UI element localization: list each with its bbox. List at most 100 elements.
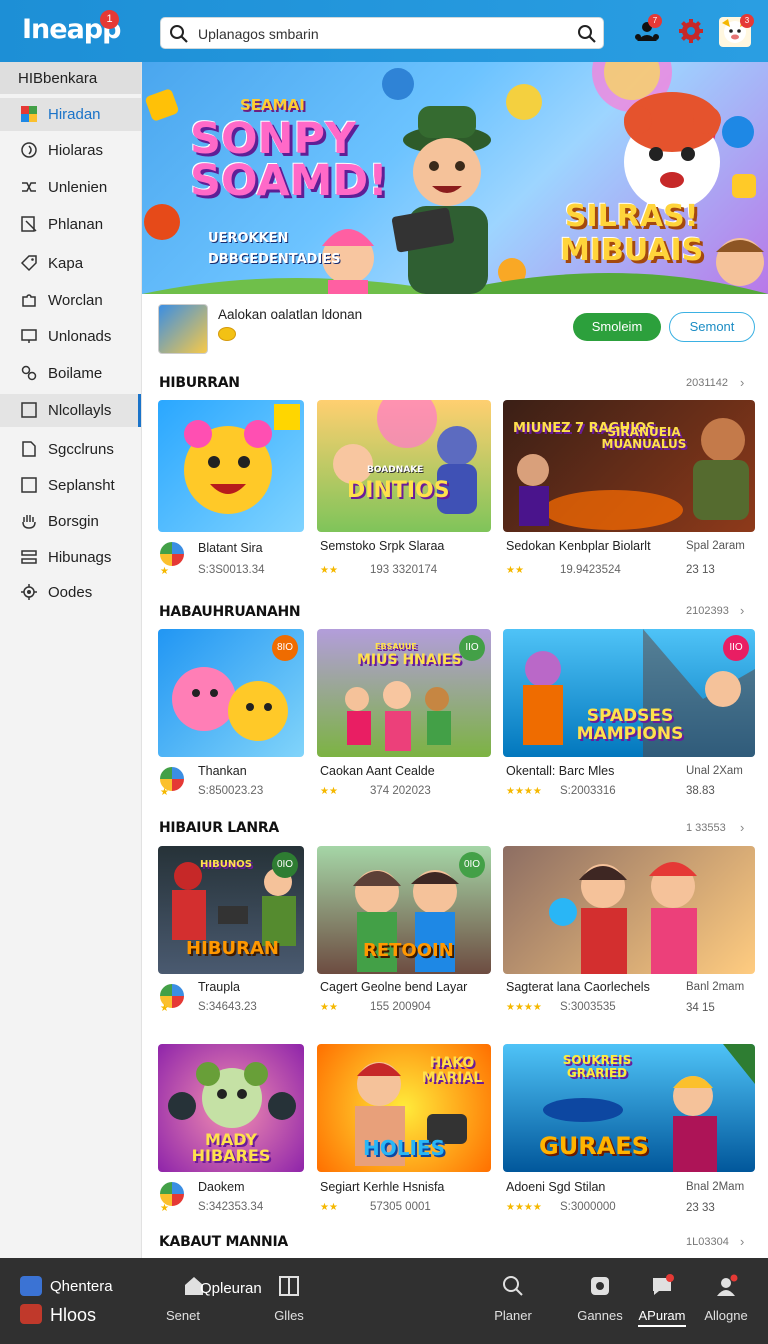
game-title[interactable]: Daokem [198,1180,245,1194]
coin-icon [218,327,236,341]
hero-right-title-line1: SILRAS! [564,199,699,234]
sidebar-item-label: Oodes [48,584,93,601]
section-title: HIBURRAN [159,375,240,391]
chevron-right-icon[interactable]: › [740,820,744,835]
nav-glles[interactable]: Glles [254,1274,324,1334]
game-stats: 193 3320174 [370,564,438,576]
page-icon [22,441,36,457]
search-input[interactable]: Uplanagos smbarin [198,26,319,42]
sidebar-item-unlonads[interactable]: Unlonads [0,320,141,353]
sidebar-item-nlcollayls[interactable]: Nlcollayls [0,394,141,427]
sidebar-item-borsgin[interactable]: Borsgin [0,505,141,538]
game-title[interactable]: Sedokan Kenbplar Biolarlt [506,539,651,553]
game-stats: 57305 0001 [370,1201,431,1213]
section-title: HIBAIUR LANRA [159,820,279,836]
rating-stars: ★★ [320,1202,338,1213]
game-title[interactable]: Traupla [198,980,240,994]
gear-icon[interactable] [676,15,706,47]
hero-main-title-line1: SONPY [190,114,357,164]
game-title[interactable]: Segiart Kerhle Hsnisfa [320,1180,444,1194]
nav-label: Senet [166,1308,200,1323]
hero-banner[interactable]: SEAMAI SONPY SOAMD! UEROKKEN DBBGEDENTAD… [142,62,768,294]
card-art-title: DINTIOS [347,478,450,503]
sidebar-item-hiolaras[interactable]: Hiolaras [0,134,141,167]
sidebar-item-worclan[interactable]: Worclan [0,284,141,317]
tag-icon [20,255,37,272]
gear-icon [21,584,37,600]
checkbox-icon [21,402,37,418]
nav-label: Allogne [704,1308,748,1323]
nav-label: Planer [494,1308,532,1323]
sidebar-item-unlenien[interactable]: Unlenien [0,171,141,204]
search-bar[interactable]: Uplanagos smbarin [160,17,604,49]
search-icon [170,25,188,43]
sidebar-item-hibunags[interactable]: Hibunags [0,541,141,574]
secondary-action-button[interactable]: Semont [669,312,755,342]
game-card[interactable] [503,846,755,974]
game-title[interactable]: Okentall: Barc Mles [506,764,614,778]
game-card[interactable]: HAKO MARIAL HOLIES [317,1044,491,1172]
grid-icon [279,1276,299,1296]
game-stats: 19.9423524 [560,564,621,576]
game-title[interactable]: Sagterat lana Caorlechels [506,980,650,994]
sidebar-item-boilame[interactable]: Boilame [0,357,141,390]
nav-allogne[interactable]: Allogne [691,1274,761,1334]
section-title: KABAUT MANNIA [159,1234,288,1250]
game-card[interactable]: MIUNEZ 7 RAGHIOS SIRANUEIA MUANUALUS [503,400,755,532]
section-meta: 1L03304 [686,1236,729,1248]
game-title[interactable]: Adoeni Sgd Stilan [506,1180,605,1194]
sidebar-item-label: Hiradan [48,106,101,123]
game-title[interactable]: Cagert Geolne bend Layar [320,980,467,994]
chevron-right-icon[interactable]: › [740,603,744,618]
sidebar-header: HIBbenkara [0,62,141,94]
sidebar-item-seplansht[interactable]: Seplansht [0,469,141,502]
featured-app-icon[interactable] [158,304,208,354]
game-card[interactable]: SOUKREIS GRARIED GURAES [503,1044,755,1172]
nav-planer[interactable]: Planer [478,1274,548,1334]
primary-action-button[interactable]: Smoleim [573,313,661,341]
sidebar-item-phlanan[interactable]: Phlanan [0,208,141,241]
card-art-title: RETOOIN [363,940,454,961]
game-title[interactable]: Caokan Aant Cealde [320,764,435,778]
search-submit-icon[interactable] [577,24,597,44]
game-stats: S:34643.23 [198,1001,257,1013]
card-badge: IIO [459,635,485,661]
game-card[interactable]: BOADNAKE DINTIOS [317,400,491,532]
sidebar-item-hiradan[interactable]: Hiradan [0,98,141,131]
document-edit-icon [21,216,37,232]
chevron-right-icon[interactable]: › [740,375,744,390]
game-card[interactable] [158,400,304,532]
nav-gannes[interactable]: Gannes [565,1274,635,1334]
game-title[interactable]: Semstoko Srpk Slaraa [320,539,444,553]
card-art-top: BOADNAKE [367,465,424,475]
card-badge: 0IO [459,852,485,878]
sidebar-item-label: Phlanan [48,216,104,233]
sidebar: HIBbenkara Hiradan Hiolaras Unlenien Phl… [0,62,142,1258]
game-app-icon [158,540,186,568]
people-badge: 7 [648,14,662,28]
avatar-badge: 3 [740,14,754,28]
sidebar-item-oodes[interactable]: Oodes [0,576,141,609]
stack-icon [21,550,37,564]
game-card[interactable]: 8IO [158,629,304,757]
logo-badge: 1 [100,10,119,29]
sidebar-item-kapa[interactable]: Kapa [0,247,141,280]
chevron-right-icon[interactable]: › [740,1234,744,1249]
nav-apuram[interactable]: APuram [627,1274,697,1334]
game-card[interactable]: HIBUNOS HIBURAN 0IO [158,846,304,974]
game-stats: S:3003535 [560,1001,616,1013]
sidebar-item-sgcclruns[interactable]: Sgcclruns [0,433,141,466]
game-title[interactable]: Blatant Sira [198,541,263,555]
nav-senet[interactable]: Qpleuran Senet [148,1274,262,1334]
rating-stars: ★★★★ [506,786,542,797]
game-card[interactable]: RETOOIN 0IO [317,846,491,974]
sidebar-item-label: Hibunags [48,549,112,566]
game-card[interactable]: EBSAUUE MIUS HNAIES IIO [317,629,491,757]
game-title[interactable]: Thankan [198,764,247,778]
card-badge: 8IO [272,635,298,661]
rating-stars: ★ [160,1203,169,1214]
bottom-shortcut-label: Hloos [50,1305,97,1325]
puzzle-icon [22,294,36,307]
game-card[interactable]: SPADSES MAMPIONS IIO [503,629,755,757]
game-card[interactable]: MADY HIBARES [158,1044,304,1172]
